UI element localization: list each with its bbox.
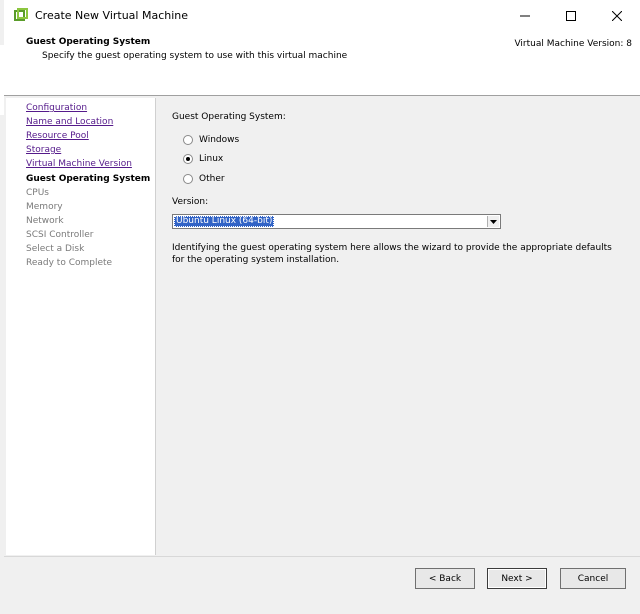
wizard-window: Create New Virtual Machine Guest Operati… xyxy=(0,0,640,614)
sidebar-item-select-a-disk: Select a Disk xyxy=(26,244,85,254)
radio-windows-label: Windows xyxy=(199,135,240,145)
sidebar-item-guest-operating-system: Guest Operating System xyxy=(26,174,151,184)
guest-os-description: Identifying the guest operating system h… xyxy=(172,243,612,265)
sidebar-item-scsi-controller: SCSI Controller xyxy=(26,230,94,240)
radio-other-label: Other xyxy=(199,174,225,184)
minimize-icon xyxy=(520,15,530,16)
sidebar-item-resource-pool[interactable]: Resource Pool xyxy=(26,131,89,142)
wizard-content: Guest Operating System: Windows Linux Ot… xyxy=(156,98,634,555)
radio-other[interactable]: Other xyxy=(183,174,225,184)
back-button[interactable]: < Back xyxy=(415,568,475,589)
radio-windows[interactable]: Windows xyxy=(183,135,239,145)
sidebar-item-memory: Memory xyxy=(26,202,63,212)
wizard-header: Guest Operating System Specify the guest… xyxy=(4,31,640,96)
vsphere-app-icon xyxy=(14,8,28,22)
radio-linux-label: Linux xyxy=(199,154,224,164)
sidebar-item-configuration[interactable]: Configuration xyxy=(26,103,87,114)
window-title: Create New Virtual Machine xyxy=(35,9,189,22)
sidebar-item-ready-to-complete: Ready to Complete xyxy=(26,258,113,268)
chevron-down-icon[interactable] xyxy=(487,216,499,227)
sidebar-item-name-and-location[interactable]: Name and Location xyxy=(26,117,113,128)
sidebar-item-network: Network xyxy=(26,216,64,226)
guest-os-label: Guest Operating System: xyxy=(172,112,286,122)
radio-linux[interactable]: Linux xyxy=(183,154,223,164)
sidebar-item-virtual-machine-version[interactable]: Virtual Machine Version xyxy=(26,159,132,170)
minimize-button[interactable] xyxy=(502,0,548,31)
vm-version-label: Virtual Machine Version: 8 xyxy=(514,39,632,49)
close-button[interactable] xyxy=(594,0,640,31)
maximize-button[interactable] xyxy=(548,0,594,31)
version-select[interactable]: Ubuntu Linux (64-bit) xyxy=(172,214,501,229)
version-label: Version: xyxy=(172,197,209,207)
close-icon xyxy=(612,10,622,21)
next-button[interactable]: Next > xyxy=(487,568,547,589)
radio-other-circle[interactable] xyxy=(183,174,193,184)
wizard-steps-sidebar: Configuration Name and Location Resource… xyxy=(6,98,156,555)
title-bar[interactable]: Create New Virtual Machine xyxy=(4,0,640,31)
maximize-icon xyxy=(566,10,576,21)
step-subtitle: Specify the guest operating system to us… xyxy=(42,51,348,61)
sidebar-item-cpus: CPUs xyxy=(26,188,49,198)
version-select-value: Ubuntu Linux (64-bit) xyxy=(174,216,275,227)
sidebar-item-storage[interactable]: Storage xyxy=(26,145,61,156)
step-title: Guest Operating System xyxy=(26,37,151,47)
radio-windows-circle[interactable] xyxy=(183,135,193,145)
radio-linux-circle[interactable] xyxy=(183,154,193,164)
cancel-button[interactable]: Cancel xyxy=(560,568,626,589)
